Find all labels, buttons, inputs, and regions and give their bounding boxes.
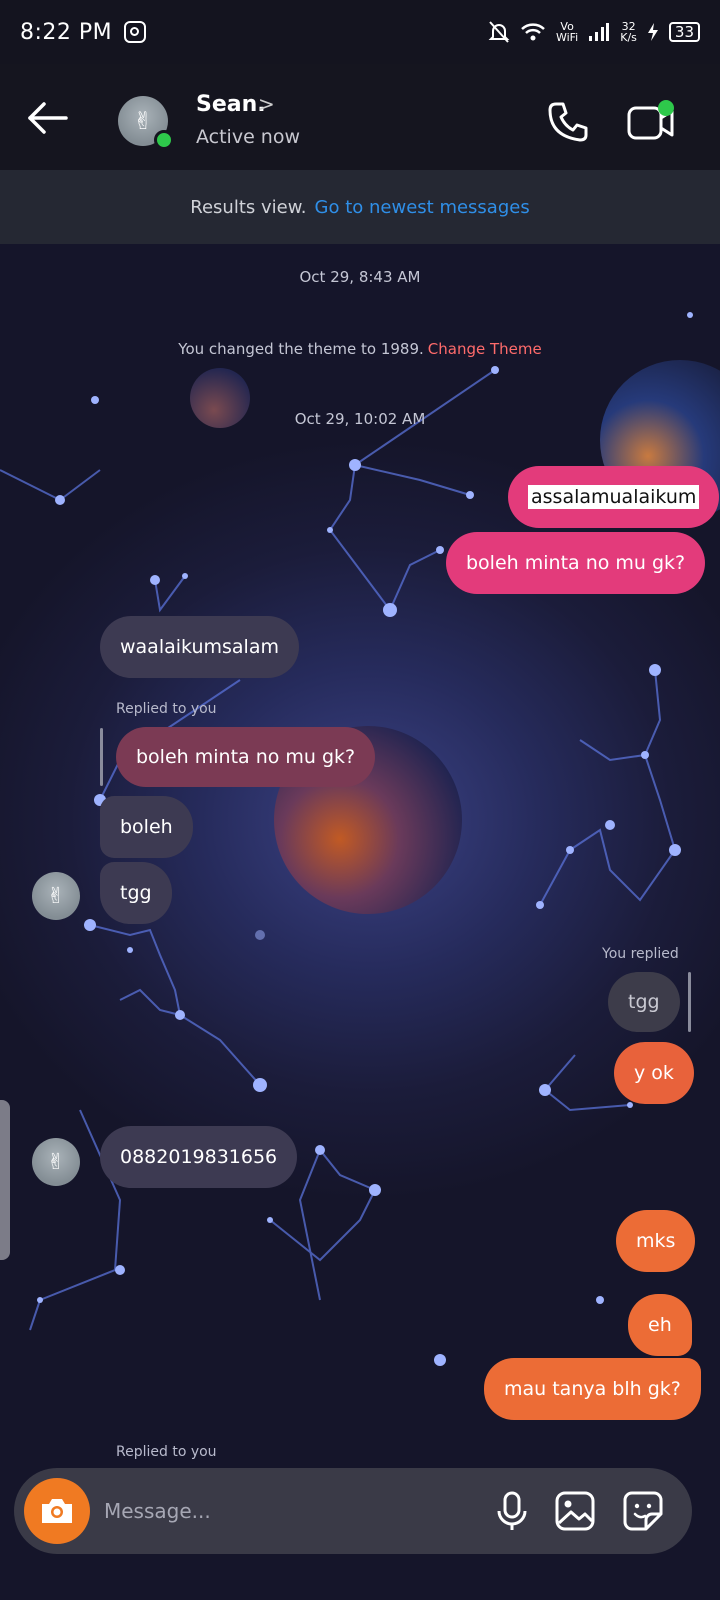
go-to-newest-link[interactable]: Go to newest messages — [315, 197, 530, 218]
theme-change-note: You changed the theme to 1989. Change The… — [0, 340, 720, 358]
edge-handle[interactable] — [0, 1100, 10, 1260]
outgoing-message[interactable]: eh — [628, 1294, 692, 1356]
results-view-banner: Results view. Go to newest messages — [0, 170, 720, 244]
timestamp: Oct 29, 10:02 AM — [294, 410, 426, 428]
online-indicator — [154, 130, 174, 150]
incoming-message[interactable]: 0882019831656 — [100, 1126, 298, 1188]
charging-icon — [647, 23, 658, 41]
status-icons: Vo WiFi 32 K/s 33 — [488, 20, 700, 44]
battery-icon: 33 — [668, 22, 700, 42]
message-composer — [14, 1468, 692, 1554]
reply-label: Replied to you — [116, 701, 217, 717]
quoted-message[interactable]: boleh minta no mu gk? — [116, 727, 376, 787]
microphone-icon[interactable] — [492, 1490, 532, 1532]
reply-label: You replied — [602, 946, 679, 962]
change-theme-link[interactable]: Change Theme — [428, 340, 542, 358]
message-input[interactable] — [104, 1488, 474, 1534]
results-view-text: Results view. — [190, 196, 307, 218]
chat-header: ✌ Sean. > Active now — [0, 64, 720, 170]
incoming-message[interactable]: boleh — [100, 796, 193, 858]
outgoing-message[interactable]: mau tanya blh gk? — [484, 1358, 701, 1420]
quoted-message[interactable]: tgg — [608, 972, 680, 1032]
sticker-icon[interactable] — [622, 1490, 664, 1532]
message-text: assalamualaikum — [528, 485, 700, 509]
gallery-icon[interactable] — [554, 1490, 596, 1532]
chevron-right-icon[interactable]: > — [258, 92, 275, 116]
signal-icon — [589, 23, 610, 41]
net-speed: 32 K/s — [620, 20, 637, 44]
header-avatar[interactable]: ✌ — [118, 96, 174, 150]
status-bar: 8:22 PM Vo WiFi 32 K/s 33 — [0, 0, 720, 64]
reply-indicator-bar — [688, 972, 691, 1032]
vowifi-label: Vo WiFi — [555, 20, 579, 44]
incoming-message[interactable]: tgg — [100, 862, 172, 924]
incoming-message[interactable]: waalaikumsalam — [100, 616, 299, 678]
outgoing-message[interactable]: y ok — [614, 1042, 694, 1104]
video-call-icon[interactable] — [626, 98, 678, 144]
reply-indicator-bar — [100, 728, 103, 786]
mute-bell-icon — [488, 21, 510, 43]
contact-status: Active now — [196, 126, 301, 148]
instagram-icon — [124, 21, 147, 43]
wifi-icon — [521, 23, 545, 41]
camera-button[interactable] — [24, 1478, 90, 1544]
outgoing-message[interactable]: assalamualaikum — [508, 466, 720, 528]
timestamp: Oct 29, 8:43 AM — [299, 268, 421, 286]
status-time: 8:22 PM — [20, 19, 113, 45]
contact-name[interactable]: Sean. — [196, 92, 266, 117]
back-arrow-icon[interactable] — [26, 100, 70, 136]
avatar[interactable]: ✌ — [32, 872, 80, 920]
theme-note-text: You changed the theme to 1989. — [178, 340, 424, 358]
phone-icon[interactable] — [546, 100, 590, 144]
avatar[interactable]: ✌ — [32, 1138, 80, 1186]
outgoing-message[interactable]: mks — [616, 1210, 696, 1272]
camera-icon — [42, 1499, 72, 1523]
outgoing-message[interactable]: boleh minta no mu gk? — [446, 532, 706, 594]
reply-label: Replied to you — [116, 1444, 217, 1460]
